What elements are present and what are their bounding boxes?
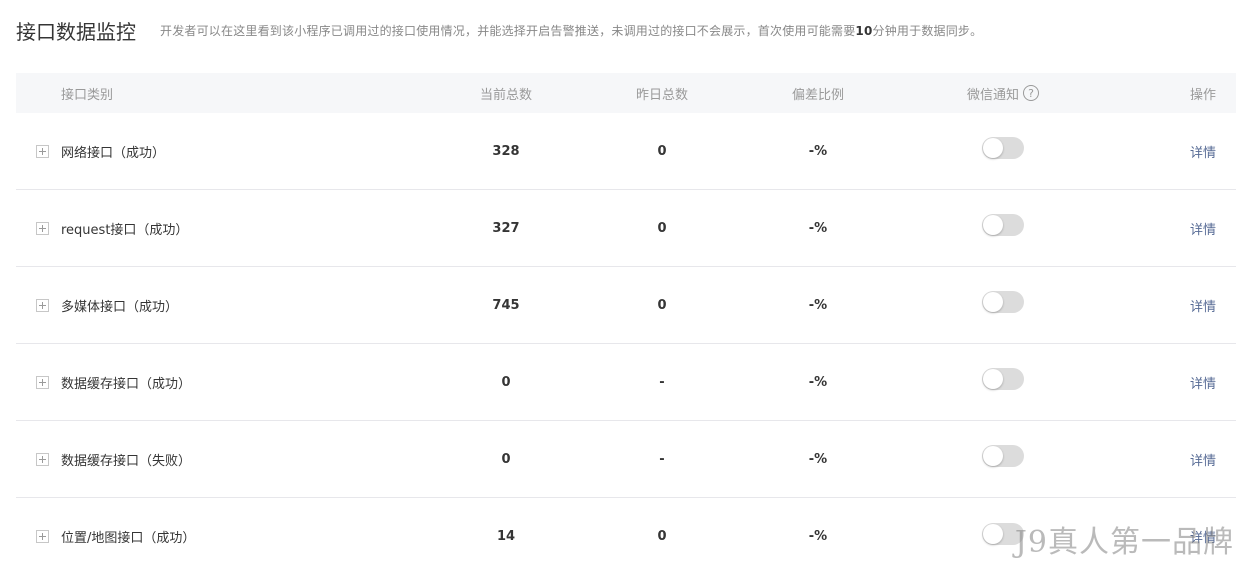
current-total: 14 bbox=[496, 529, 516, 544]
table-row: 多媒体接口（成功） 745 0 -% 详情 bbox=[16, 267, 1236, 344]
current-total: 328 bbox=[492, 143, 520, 159]
column-header-wechat-notify-label: 微信通知 bbox=[966, 87, 1019, 103]
details-link[interactable]: 详情 bbox=[1190, 113, 1216, 189]
table-row: request接口（成功） 327 0 -% 详情 bbox=[16, 190, 1236, 267]
current-total: 327 bbox=[492, 220, 520, 236]
yesterday-total: 0 bbox=[657, 297, 667, 313]
wechat-notify-toggle[interactable] bbox=[982, 214, 1024, 236]
column-header-actions: 操作 bbox=[1189, 87, 1216, 103]
details-link[interactable]: 详情 bbox=[1190, 190, 1216, 266]
description-text-end: 分钟用于数据同步。 bbox=[872, 23, 983, 38]
toggle-knob bbox=[983, 369, 1003, 389]
wechat-notify-toggle[interactable] bbox=[982, 522, 1024, 545]
column-header-wechat-notify: 微信通知 ? bbox=[946, 73, 1060, 113]
current-total: 745 bbox=[492, 297, 520, 313]
help-icon[interactable]: ? bbox=[1023, 85, 1039, 101]
expand-plus-icon[interactable] bbox=[36, 221, 49, 235]
interface-type: request接口（成功） bbox=[61, 222, 189, 238]
interface-type: 网络接口（成功） bbox=[61, 145, 166, 161]
description-text: 开发者可以在这里看到该小程序已调用过的接口使用情况，并能选择开启告警推送，未调用… bbox=[160, 23, 856, 38]
page-title: 接口数据监控 bbox=[16, 19, 136, 44]
yesterday-total: 0 bbox=[657, 529, 667, 544]
interface-type: 多媒体接口（成功） bbox=[61, 299, 179, 315]
deviation-ratio: -% bbox=[808, 374, 828, 390]
deviation-ratio: -% bbox=[808, 220, 828, 236]
wechat-notify-toggle[interactable] bbox=[982, 368, 1024, 390]
expand-plus-icon[interactable] bbox=[36, 298, 49, 312]
interface-table: 接口类别 当前总数 昨日总数 偏差比例 微信通知 ? 操作 网络接口（成功） 3… bbox=[16, 73, 1236, 569]
details-link[interactable]: 详情 bbox=[1190, 267, 1216, 343]
page-header: 接口数据监控 开发者可以在这里看到该小程序已调用过的接口使用情况，并能选择开启告… bbox=[16, 14, 982, 46]
table-row: 数据缓存接口（成功） 0 - -% 详情 bbox=[16, 344, 1236, 421]
expand-plus-icon[interactable] bbox=[36, 375, 49, 389]
toggle-knob bbox=[983, 215, 1003, 235]
wechat-notify-toggle[interactable] bbox=[982, 291, 1024, 313]
toggle-knob bbox=[983, 138, 1003, 158]
page-description: 开发者可以在这里看到该小程序已调用过的接口使用情况，并能选择开启告警推送，未调用… bbox=[160, 22, 982, 39]
toggle-knob bbox=[983, 292, 1003, 312]
column-header-type: 接口类别 bbox=[61, 87, 114, 103]
yesterday-total: 0 bbox=[657, 220, 667, 236]
yesterday-total: - bbox=[659, 374, 665, 390]
column-header-deviation: 偏差比例 bbox=[791, 87, 844, 103]
details-link[interactable]: 详情 bbox=[1190, 421, 1216, 497]
expand-plus-icon[interactable] bbox=[36, 530, 49, 543]
deviation-ratio: -% bbox=[808, 143, 828, 159]
table-row: 数据缓存接口（失败） 0 - -% 详情 bbox=[16, 421, 1236, 498]
deviation-ratio: -% bbox=[808, 451, 828, 467]
deviation-ratio: -% bbox=[808, 529, 828, 544]
details-link[interactable]: 详情 bbox=[1190, 344, 1216, 420]
toggle-knob bbox=[983, 446, 1003, 466]
yesterday-total: 0 bbox=[657, 143, 667, 159]
interface-type: 位置/地图接口（成功） bbox=[61, 531, 196, 546]
current-total: 0 bbox=[501, 451, 511, 467]
column-header-yesterday-total: 昨日总数 bbox=[635, 87, 688, 103]
interface-type: 数据缓存接口（失败） bbox=[61, 453, 192, 469]
description-bold-number: 10 bbox=[855, 23, 873, 38]
expand-plus-icon[interactable] bbox=[36, 452, 49, 466]
table-header: 接口类别 当前总数 昨日总数 偏差比例 微信通知 ? 操作 bbox=[16, 73, 1236, 113]
interface-monitor-page: 接口数据监控 开发者可以在这里看到该小程序已调用过的接口使用情况，并能选择开启告… bbox=[0, 0, 1248, 569]
wechat-notify-toggle[interactable] bbox=[982, 445, 1024, 467]
table-row: 位置/地图接口（成功） 14 0 -% 详情 bbox=[16, 498, 1236, 569]
details-link[interactable]: 详情 bbox=[1190, 498, 1216, 569]
deviation-ratio: -% bbox=[808, 297, 828, 313]
toggle-knob bbox=[983, 523, 1003, 544]
expand-plus-icon[interactable] bbox=[36, 144, 49, 158]
current-total: 0 bbox=[501, 374, 511, 390]
wechat-notify-toggle[interactable] bbox=[982, 137, 1024, 159]
table-row: 网络接口（成功） 328 0 -% 详情 bbox=[16, 113, 1236, 190]
yesterday-total: - bbox=[659, 451, 665, 467]
interface-type: 数据缓存接口（成功） bbox=[61, 376, 192, 392]
column-header-current-total: 当前总数 bbox=[479, 87, 532, 103]
